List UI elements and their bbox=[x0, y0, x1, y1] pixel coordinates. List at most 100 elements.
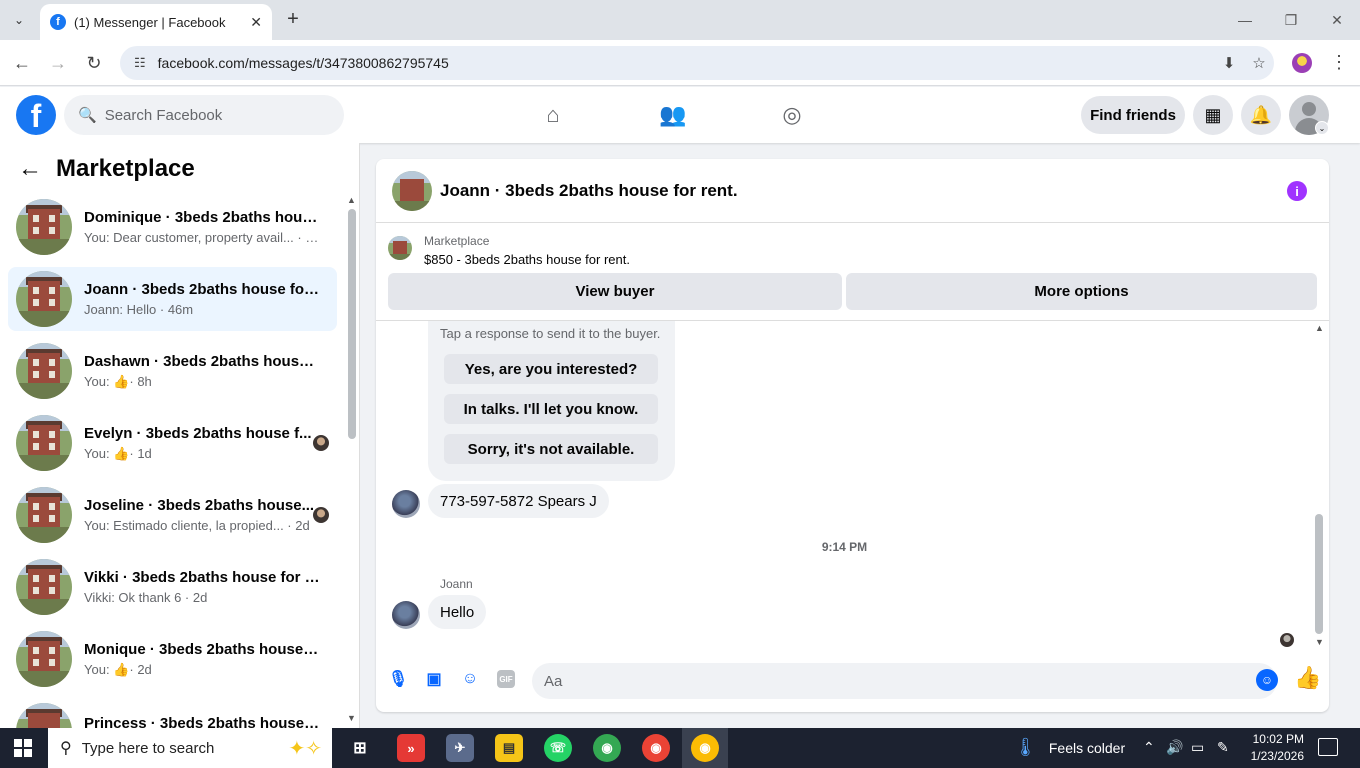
message-bubble: 773-597-5872 Spears J bbox=[428, 484, 609, 518]
listing-thumbnail bbox=[16, 559, 72, 615]
conversation-item[interactable]: Joseline · 3beds 2baths house... You: Est… bbox=[8, 483, 337, 547]
conversation-preview: You: 👍· 2d bbox=[84, 661, 152, 677]
chevron-down-icon: ⌄ bbox=[13, 13, 25, 27]
forward-button[interactable]: → bbox=[45, 50, 71, 76]
quick-reply-not-available[interactable]: Sorry, it's not available. bbox=[444, 434, 658, 464]
scroll-down-arrow[interactable]: ▼ bbox=[347, 713, 356, 723]
weather-widget[interactable]: 🌡 Feels colder bbox=[1014, 737, 1125, 758]
taskbar-clock[interactable]: 10:02 PM 1/23/2026 bbox=[1244, 731, 1304, 765]
task-view-icon[interactable]: ⊞ bbox=[346, 734, 374, 762]
notifications-bell-icon[interactable]: 🔔 bbox=[1241, 95, 1281, 135]
scroll-up-arrow[interactable]: ▲ bbox=[347, 195, 356, 205]
marketplace-sidebar: ← Marketplace Dominique · 3beds 2baths h… bbox=[0, 143, 360, 728]
new-tab-button[interactable]: + bbox=[282, 8, 304, 32]
site-info-icon[interactable]: ☷ bbox=[134, 55, 146, 71]
sticky-notes-icon[interactable]: ▤ bbox=[495, 734, 523, 762]
menu-grid-icon[interactable]: ▦ bbox=[1193, 95, 1233, 135]
listing-thumbnail bbox=[16, 343, 72, 399]
back-arrow-icon[interactable]: ← bbox=[18, 155, 42, 183]
find-friends-button[interactable]: Find friends bbox=[1081, 96, 1185, 134]
message-timestamp: 9:14 PM bbox=[821, 540, 868, 554]
browser-tab-strip: ⌄ f (1) Messenger | Facebook ✕ + — ❐ ✕ bbox=[0, 0, 1360, 40]
read-receipt-avatar bbox=[313, 435, 329, 451]
groups-icon[interactable]: ◎ bbox=[775, 99, 809, 131]
conversation-name: Vikki · 3beds 2baths house for r... bbox=[84, 569, 320, 586]
message-input[interactable]: Aa bbox=[532, 663, 1277, 699]
like-thumbs-up-icon[interactable]: 👍 bbox=[1294, 665, 1321, 691]
chat-panel: Joann · 3beds 2baths house for rent. i M… bbox=[376, 159, 1329, 712]
windows-start-icon[interactable] bbox=[14, 739, 32, 757]
notification-center-icon[interactable] bbox=[1318, 738, 1338, 756]
close-tab-icon[interactable]: ✕ bbox=[250, 14, 262, 31]
chrome-profile-icon[interactable]: ◉ bbox=[642, 734, 670, 762]
thermometer-icon: 🌡 bbox=[1014, 737, 1037, 757]
more-options-button[interactable]: More options bbox=[846, 273, 1317, 310]
minimize-button[interactable]: — bbox=[1222, 0, 1268, 40]
url-text: facebook.com/messages/t/3473800862795745 bbox=[157, 55, 449, 71]
back-button[interactable]: ← bbox=[9, 50, 35, 76]
pen-icon[interactable]: ✎ bbox=[1217, 739, 1229, 756]
volume-icon[interactable]: 🔊 bbox=[1166, 739, 1183, 756]
app-red-icon[interactable]: » bbox=[397, 734, 425, 762]
sidebar-scrollbar[interactable] bbox=[348, 209, 356, 439]
chat-scrollbar[interactable] bbox=[1315, 514, 1323, 634]
friends-icon[interactable]: 👥 bbox=[656, 99, 690, 131]
chat-scroll-down-arrow[interactable]: ▼ bbox=[1315, 637, 1324, 647]
facebook-logo[interactable]: f bbox=[16, 95, 56, 135]
bookmark-star-icon[interactable]: ☆ bbox=[1244, 54, 1274, 72]
conversation-item[interactable]: Dashawn · 3beds 2baths house f... You: 👍·… bbox=[8, 339, 337, 403]
sender-avatar[interactable] bbox=[392, 490, 420, 518]
search-icon: ⚲ bbox=[60, 740, 72, 757]
listing-mini-thumbnail bbox=[388, 236, 412, 260]
app-tools-icon[interactable]: ✈ bbox=[446, 734, 474, 762]
chat-listing-avatar[interactable] bbox=[392, 170, 432, 211]
conversation-item[interactable]: Dominique · 3beds 2baths hous... You: Dea… bbox=[8, 195, 337, 259]
conversation-preview: You: 👍· 8h bbox=[84, 373, 152, 389]
emoji-icon[interactable]: ☺ bbox=[1256, 669, 1278, 691]
reload-button[interactable]: ↻ bbox=[81, 50, 107, 76]
conversation-item-active[interactable]: Joann · 3beds 2baths house for ... Joann:… bbox=[8, 267, 337, 331]
quick-reply-in-talks[interactable]: In talks. I'll let you know. bbox=[444, 394, 658, 424]
thumbs-up-icon: 👍 bbox=[113, 445, 130, 461]
home-icon[interactable]: ⌂ bbox=[536, 99, 570, 131]
chrome-icon[interactable]: ◉ bbox=[593, 734, 621, 762]
network-icon[interactable]: ▭ bbox=[1191, 739, 1204, 756]
taskbar-search-placeholder: Type here to search bbox=[81, 739, 215, 757]
chrome-active-icon[interactable]: ◉ bbox=[691, 734, 719, 762]
photo-icon[interactable]: ▣ bbox=[423, 668, 445, 690]
conversation-item[interactable]: Princess · 3beds 2baths house fo... bbox=[8, 699, 337, 728]
chat-scroll-up-arrow[interactable]: ▲ bbox=[1315, 323, 1324, 333]
info-icon[interactable]: i bbox=[1287, 181, 1307, 201]
weather-text: Feels colder bbox=[1048, 739, 1126, 756]
facebook-search-input[interactable]: 🔍 Search Facebook bbox=[64, 95, 344, 135]
chrome-menu-icon[interactable]: ⋮ bbox=[1330, 52, 1348, 73]
taskbar-search-box[interactable]: ⚲ Type here to search ✦✧ bbox=[48, 728, 332, 768]
quick-replies-card: Tap a response to send it to the buyer. … bbox=[428, 321, 675, 481]
address-bar[interactable]: ☷ facebook.com/messages/t/34738008627957… bbox=[120, 46, 1274, 80]
chat-header: Joann · 3beds 2baths house for rent. i bbox=[376, 159, 1329, 223]
listing-price-title: $850 - 3beds 2baths house for rent. bbox=[424, 252, 630, 267]
maximize-button[interactable]: ❐ bbox=[1268, 0, 1314, 40]
microphone-icon[interactable]: 🎙 bbox=[387, 668, 409, 690]
view-buyer-button[interactable]: View buyer bbox=[388, 273, 842, 310]
gif-icon[interactable]: GIF bbox=[497, 670, 515, 688]
listing-thumbnail bbox=[16, 271, 72, 327]
account-chevron-icon[interactable]: ⌄ bbox=[1315, 121, 1329, 135]
sticker-icon[interactable]: ☺ bbox=[459, 668, 481, 690]
conversation-name: Joann · 3beds 2baths house for ... bbox=[84, 281, 320, 298]
chrome-profile-avatar[interactable] bbox=[1292, 53, 1312, 73]
conversation-item[interactable]: Vikki · 3beds 2baths house for r... Vikki… bbox=[8, 555, 337, 619]
tab-search-dropdown[interactable]: ⌄ bbox=[6, 8, 32, 32]
tray-chevron-up-icon[interactable]: ⌃ bbox=[1143, 739, 1155, 756]
message-bubble: Hello bbox=[428, 595, 487, 629]
conversation-item[interactable]: Monique · 3beds 2baths house f... You: 👍·… bbox=[8, 627, 337, 691]
chat-title[interactable]: Joann · 3beds 2baths house for rent. bbox=[440, 181, 738, 201]
install-app-icon[interactable]: ⬇ bbox=[1214, 54, 1244, 72]
conversation-item[interactable]: Evelyn · 3beds 2baths house f... You: 👍· … bbox=[8, 411, 337, 475]
whatsapp-icon[interactable]: ☏ bbox=[544, 734, 572, 762]
quick-reply-interested[interactable]: Yes, are you interested? bbox=[444, 354, 658, 384]
browser-tab-messenger[interactable]: f (1) Messenger | Facebook ✕ bbox=[40, 4, 272, 40]
clock-date: 1/23/2026 bbox=[1250, 749, 1304, 763]
sender-avatar[interactable] bbox=[392, 601, 420, 629]
close-window-button[interactable]: ✕ bbox=[1314, 0, 1360, 40]
